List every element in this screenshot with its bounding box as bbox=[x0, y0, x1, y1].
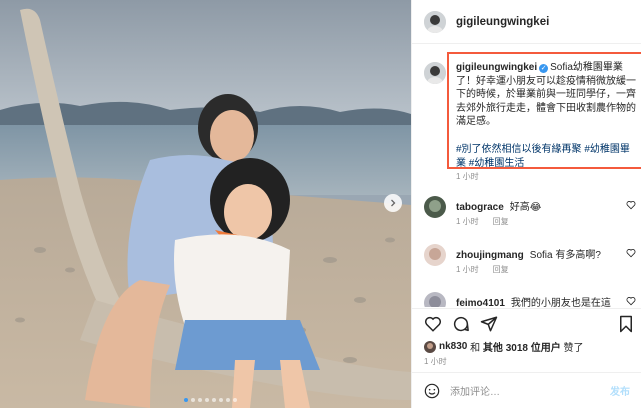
comment-icon[interactable] bbox=[452, 315, 470, 333]
commenter-username[interactable]: zhoujingmang bbox=[456, 250, 524, 261]
next-photo-button[interactable] bbox=[384, 194, 402, 212]
commenter-username[interactable]: tabograce bbox=[456, 202, 504, 213]
heart-icon[interactable] bbox=[626, 200, 636, 210]
beach-photo-illustration bbox=[0, 0, 411, 408]
post-timestamp: 1 小时 bbox=[424, 357, 447, 366]
add-comment-input[interactable]: 添加评论… bbox=[450, 383, 610, 398]
verified-badge-icon: ✓ bbox=[539, 64, 549, 73]
commenter-username[interactable]: feimo4101 bbox=[456, 298, 505, 307]
post-side-panel: gigileungwingkei gigileungwingkei ✓ Sofia幼… bbox=[411, 0, 641, 408]
comment-time: 1 小时 bbox=[456, 217, 479, 226]
commenter-avatar[interactable] bbox=[424, 196, 446, 218]
liker-username[interactable]: nk830 bbox=[439, 341, 467, 352]
author-avatar[interactable] bbox=[424, 10, 446, 33]
likes-summary: nk830 和 其他 3018 位用户 赞了 bbox=[424, 339, 584, 354]
carousel-dot bbox=[198, 398, 202, 402]
carousel-dot bbox=[226, 398, 230, 402]
likes-count[interactable]: 其他 3018 位用户 bbox=[483, 339, 561, 354]
heart-icon[interactable] bbox=[424, 315, 442, 333]
post-comment-button[interactable]: 发布 bbox=[610, 383, 630, 398]
carousel-indicator bbox=[184, 398, 237, 402]
carousel-dot bbox=[205, 398, 209, 402]
commenter-avatar[interactable] bbox=[424, 244, 446, 266]
comment-body: 好高😂 bbox=[509, 202, 542, 213]
comment-meta: 1 小时 回复 bbox=[456, 216, 509, 227]
carousel-dot bbox=[219, 398, 223, 402]
reply-button[interactable]: 回复 bbox=[493, 216, 509, 227]
caption-timestamp: 1 小时 bbox=[456, 172, 479, 181]
carousel-dot bbox=[233, 398, 237, 402]
smiley-icon[interactable] bbox=[424, 383, 440, 399]
likes-suffix: 赞了 bbox=[563, 343, 584, 354]
liker-avatar bbox=[424, 340, 436, 353]
likes-connector: 和 bbox=[470, 343, 481, 354]
comment-time: 1 小时 bbox=[456, 265, 479, 274]
comment-text: tabograce 好高😂 bbox=[456, 198, 541, 213]
comment-item: feimo4101 我們的小朋友也是在這 bbox=[424, 292, 636, 307]
action-bar bbox=[412, 308, 641, 340]
post-photo[interactable] bbox=[0, 0, 411, 408]
heart-icon[interactable] bbox=[626, 296, 636, 306]
author-username[interactable]: gigileungwingkei bbox=[456, 16, 549, 28]
comment-body: Sofia 有多高啊? bbox=[529, 250, 601, 261]
bookmark-icon[interactable] bbox=[618, 315, 634, 333]
carousel-dot bbox=[212, 398, 216, 402]
caption-hashtags[interactable]: #別了依然相信以後有緣再聚 #幼稚園畢業 #幼稚園生活 bbox=[456, 143, 639, 170]
post-caption: gigileungwingkei ✓ Sofia幼稚園畢業了！好幸運小朋友可以趁疫情… bbox=[456, 61, 639, 170]
comment-body: 我們的小朋友也是在這 bbox=[510, 298, 611, 307]
comment-text: zhoujingmang Sofia 有多高啊? bbox=[456, 246, 601, 261]
reply-button[interactable]: 回复 bbox=[493, 264, 509, 275]
heart-icon[interactable] bbox=[626, 248, 636, 258]
carousel-dot bbox=[191, 398, 195, 402]
comment-text: feimo4101 我們的小朋友也是在這 bbox=[456, 294, 611, 307]
caption-author-avatar[interactable] bbox=[424, 62, 446, 84]
chevron-right-icon bbox=[391, 199, 396, 207]
post-header: gigileungwingkei bbox=[412, 0, 641, 44]
share-icon[interactable] bbox=[480, 315, 498, 333]
caption-username[interactable]: gigileungwingkei bbox=[456, 62, 537, 73]
comment-meta: 1 小时 回复 bbox=[456, 264, 509, 275]
carousel-dot bbox=[184, 398, 188, 402]
add-comment-bar: 添加评论… 发布 bbox=[412, 372, 641, 408]
commenter-avatar[interactable] bbox=[424, 292, 446, 307]
